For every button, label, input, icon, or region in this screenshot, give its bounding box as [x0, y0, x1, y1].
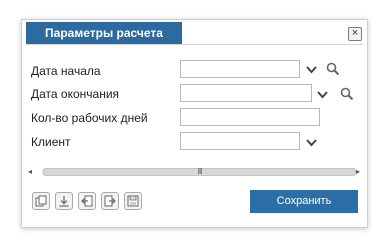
- copy-icon: [35, 195, 47, 207]
- import-icon: [81, 195, 93, 207]
- start-date-input[interactable]: [180, 60, 300, 78]
- copy-button[interactable]: [32, 192, 50, 210]
- parameters-dialog: Параметры расчета × Дата начала Дата око…: [21, 19, 368, 228]
- end-date-dropdown-icon[interactable]: [316, 88, 329, 101]
- start-date-search-icon[interactable]: [326, 62, 340, 76]
- download-icon: [59, 196, 69, 207]
- client-input[interactable]: [180, 132, 300, 150]
- close-button[interactable]: ×: [348, 27, 362, 41]
- save-disk-button[interactable]: [124, 192, 142, 210]
- scrollbar-grip-icon: III: [197, 167, 202, 176]
- dialog-title: Параметры расчета: [26, 22, 182, 44]
- import-button[interactable]: [78, 192, 96, 210]
- download-button[interactable]: [55, 192, 73, 210]
- export-button[interactable]: [101, 192, 119, 210]
- start-date-dropdown-icon[interactable]: [305, 63, 318, 76]
- client-dropdown-icon[interactable]: [305, 136, 318, 149]
- save-disk-icon: [127, 195, 139, 207]
- scroll-left-arrow-icon[interactable]: ◂: [28, 167, 32, 176]
- scroll-right-arrow-icon[interactable]: ▸: [356, 167, 360, 176]
- scrollbar-thumb[interactable]: III: [43, 167, 356, 176]
- end-date-label: Дата окончания: [31, 87, 120, 101]
- save-button[interactable]: Сохранить: [250, 190, 358, 213]
- client-label: Клиент: [31, 135, 71, 149]
- workdays-input[interactable]: [180, 108, 320, 126]
- end-date-search-icon[interactable]: [340, 87, 354, 101]
- export-icon: [104, 195, 116, 207]
- end-date-input[interactable]: [180, 84, 312, 102]
- workdays-label: Кол-во рабочих дней: [31, 111, 148, 125]
- start-date-label: Дата начала: [31, 64, 101, 78]
- horizontal-scrollbar[interactable]: ◂ III ▸: [28, 166, 360, 178]
- title-divider: [26, 44, 363, 45]
